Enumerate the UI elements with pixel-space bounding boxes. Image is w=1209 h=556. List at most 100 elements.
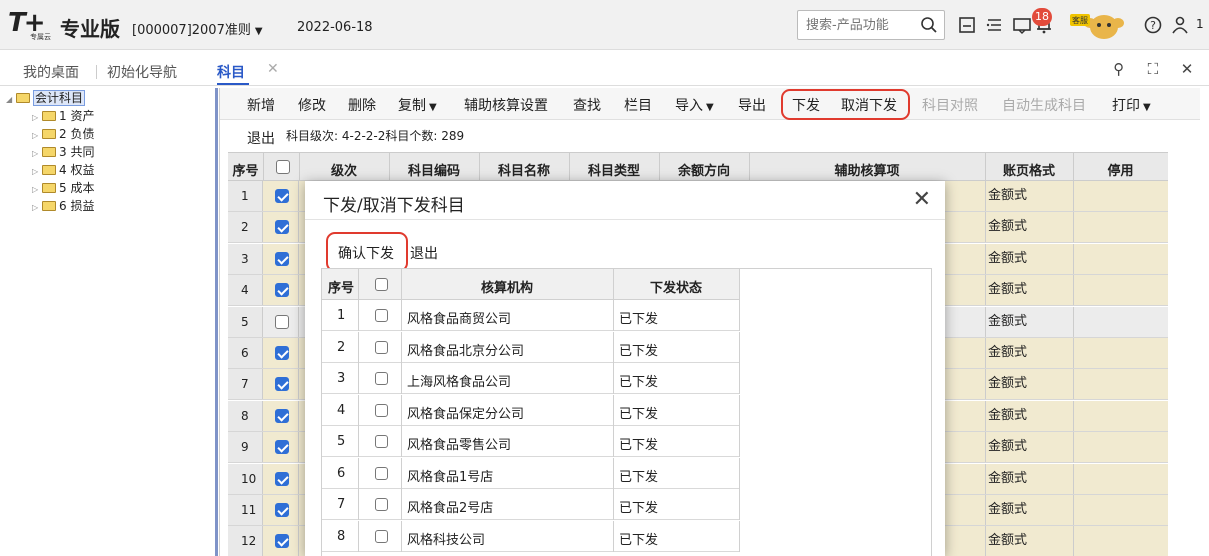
tree-item[interactable]: ▷ 2 负债 <box>32 126 94 142</box>
expand-arrow-icon[interactable]: ▷ <box>32 110 42 126</box>
expand-arrow-icon[interactable]: ▷ <box>32 146 42 162</box>
search-icon[interactable]: ⚲ <box>1109 60 1129 80</box>
close-icon[interactable]: ✕ <box>913 187 931 212</box>
import-button[interactable]: 导入 ▼ <box>675 95 714 115</box>
org-row-checkbox[interactable] <box>375 372 388 385</box>
org-table-divider <box>739 363 740 394</box>
org-row-checkbox[interactable] <box>375 309 388 322</box>
org-row-seq: 2 <box>337 339 346 355</box>
folder-icon <box>16 93 30 103</box>
row-checkbox[interactable] <box>275 377 289 392</box>
org-row[interactable]: 7 风格食品2号店 已下发 <box>322 489 740 520</box>
tree-item[interactable]: ▷ 3 共同 <box>32 144 94 160</box>
select-all-checkbox[interactable] <box>276 160 290 174</box>
org-col-seq: 序号 <box>328 281 355 296</box>
org-table-divider <box>358 331 359 363</box>
row-checkbox[interactable] <box>275 283 289 298</box>
tab-init-nav[interactable]: 初始化导航 <box>107 62 177 82</box>
tree-item[interactable]: ▷ 1 资产 <box>32 108 94 124</box>
tree-root[interactable]: ◢ 会计科目 <box>6 90 86 108</box>
close-icon[interactable]: ✕ <box>1177 60 1197 80</box>
expand-arrow-icon[interactable]: ▷ <box>32 182 42 198</box>
tree-root-label: 会计科目 <box>33 90 86 106</box>
org-row-checkbox[interactable] <box>375 340 388 354</box>
row-seq: 5 <box>228 306 263 337</box>
org-row-checkbox[interactable] <box>375 466 388 480</box>
org-row[interactable]: 2 风格食品北京分公司 已下发 <box>322 331 740 363</box>
org-row-seq: 5 <box>337 434 346 449</box>
customer-service-mascot-icon[interactable]: 客服 <box>1068 11 1130 41</box>
org-table-divider <box>401 426 402 457</box>
aux-setup-button[interactable]: 辅助核算设置 <box>464 95 548 115</box>
tree-item[interactable]: ▷ 6 损益 <box>32 198 94 214</box>
org-row[interactable]: 4 风格食品保定分公司 已下发 <box>322 394 740 426</box>
tab-desktop[interactable]: 我的桌面 <box>23 62 79 82</box>
row-checkbox[interactable] <box>275 471 289 486</box>
row-checkbox[interactable] <box>275 440 289 455</box>
org-row[interactable]: 1 风格食品商贸公司 已下发 <box>322 300 740 331</box>
close-icon[interactable]: ✕ <box>267 61 279 77</box>
expand-arrow-icon[interactable]: ◢ <box>6 92 16 108</box>
row-check-cell <box>263 369 299 400</box>
row-checkbox[interactable] <box>275 251 289 266</box>
row-checkbox[interactable] <box>275 346 289 360</box>
org-row[interactable]: 5 风格食品零售公司 已下发 <box>322 426 740 457</box>
search-icon[interactable] <box>920 16 938 34</box>
edit-button[interactable]: 修改 <box>298 95 326 115</box>
tree-item[interactable]: ▷ 5 成本 <box>32 180 94 196</box>
find-button[interactable]: 查找 <box>573 95 601 115</box>
org-row-checkbox[interactable] <box>375 529 388 543</box>
search-input[interactable] <box>806 16 906 34</box>
search-box[interactable] <box>797 10 945 40</box>
row-checkbox[interactable] <box>275 408 289 423</box>
expand-arrow-icon[interactable]: ▷ <box>32 164 42 180</box>
row-disabled-cell <box>1073 338 1168 368</box>
row-checkbox[interactable] <box>275 189 289 203</box>
message-icon[interactable] <box>1012 15 1032 35</box>
row-checkbox[interactable] <box>275 220 289 235</box>
org-row-checkbox[interactable] <box>375 403 388 417</box>
auto-generate-button[interactable]: 自动生成科目 <box>1002 95 1086 115</box>
print-button[interactable]: 打印 ▼ <box>1112 95 1151 115</box>
copy-button[interactable]: 复制 ▼ <box>398 95 437 115</box>
org-table-divider <box>401 457 402 489</box>
fullscreen-icon[interactable]: ⛶ <box>1143 60 1163 80</box>
org-row[interactable]: 6 风格食品1号店 已下发 <box>322 457 740 489</box>
export-button[interactable]: 导出 <box>738 95 766 115</box>
exit-button[interactable]: 退出 <box>247 128 275 148</box>
subject-compare-button[interactable]: 科目对照 <box>922 95 978 115</box>
list-icon[interactable] <box>984 15 1004 35</box>
tab-subjects[interactable]: 科目 <box>217 62 245 82</box>
row-check-cell <box>263 463 299 494</box>
tree-item[interactable]: ▷ 4 权益 <box>32 162 94 178</box>
org-row-name: 风格食品2号店 <box>407 501 494 516</box>
row-checkbox[interactable] <box>275 503 289 517</box>
org-row-checkbox[interactable] <box>375 435 388 448</box>
delete-button[interactable]: 删除 <box>348 95 376 115</box>
save-icon[interactable] <box>957 15 977 35</box>
row-disabled-cell <box>1073 526 1168 556</box>
org-row[interactable]: 3 上海风格食品公司 已下发 <box>322 363 740 394</box>
org-table-divider <box>739 489 740 520</box>
account-selector[interactable]: [000007]2007准则 ▼ <box>132 19 263 38</box>
org-row[interactable]: 8 风格科技公司 已下发 <box>322 520 740 552</box>
columns-button[interactable]: 栏目 <box>624 95 652 115</box>
folder-icon <box>42 129 56 139</box>
dialog-exit-button[interactable]: 退出 <box>410 243 438 263</box>
expand-arrow-icon[interactable]: ▷ <box>32 128 42 144</box>
expand-arrow-icon[interactable]: ▷ <box>32 200 42 216</box>
user-icon[interactable] <box>1170 15 1190 35</box>
add-button[interactable]: 新增 <box>247 95 275 115</box>
tree-item-label: 6 损益 <box>59 199 95 213</box>
row-checkbox[interactable] <box>275 314 289 329</box>
help-icon[interactable]: ? <box>1143 15 1163 35</box>
tree-item-label: 3 共同 <box>59 145 95 159</box>
row-disabled-cell <box>1073 181 1168 211</box>
org-row-checkbox[interactable] <box>375 498 388 511</box>
org-select-all-checkbox[interactable] <box>375 278 388 291</box>
org-col-status: 下发状态 <box>649 281 702 296</box>
org-table-divider <box>358 457 359 489</box>
notification-badge: 18 <box>1032 8 1052 26</box>
row-check-cell <box>263 495 299 525</box>
row-checkbox[interactable] <box>275 534 289 549</box>
